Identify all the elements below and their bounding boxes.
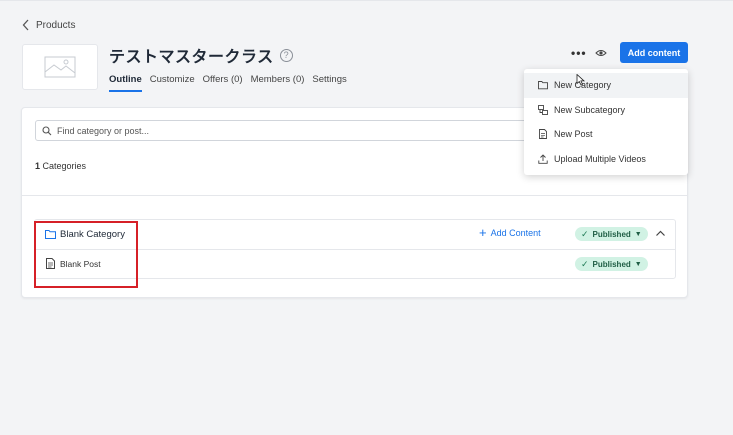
product-thumbnail bbox=[22, 44, 98, 90]
back-to-products-link[interactable]: Products bbox=[22, 19, 75, 31]
add-content-link[interactable]: + Add Content bbox=[479, 225, 541, 240]
help-icon[interactable]: ? bbox=[279, 48, 293, 62]
image-placeholder-icon bbox=[44, 56, 76, 78]
page-title: テストマスタークラス bbox=[109, 49, 274, 66]
search-icon bbox=[42, 125, 52, 135]
add-content-button[interactable]: Add content bbox=[620, 42, 688, 63]
search-box[interactable] bbox=[35, 120, 535, 141]
category-count-number: 1 bbox=[35, 161, 41, 171]
chevron-down-icon: ▼ bbox=[634, 260, 642, 268]
tab-outline[interactable]: Outline bbox=[109, 74, 142, 92]
check-icon: ✓ bbox=[581, 228, 589, 239]
tab-bar: Outline Customize Offers (0) Members (0)… bbox=[109, 74, 347, 92]
tab-members[interactable]: Members (0) bbox=[251, 74, 305, 92]
chevron-left-icon bbox=[22, 19, 29, 31]
category-count-label: Categories bbox=[42, 161, 87, 171]
tab-offers[interactable]: Offers (0) bbox=[203, 74, 243, 92]
title-row: テストマスタークラス ? bbox=[109, 43, 293, 67]
menu-item-label: New Subcategory bbox=[554, 104, 626, 115]
menu-item-label: New Post bbox=[554, 129, 593, 140]
eye-icon[interactable] bbox=[595, 47, 607, 59]
status-badge[interactable]: ✓ Published ▼ bbox=[575, 257, 648, 271]
more-options-icon[interactable]: ••• bbox=[571, 46, 587, 60]
tab-settings[interactable]: Settings bbox=[312, 74, 346, 92]
plus-icon: + bbox=[479, 225, 487, 240]
chevron-down-icon: ▼ bbox=[634, 230, 642, 238]
upload-icon bbox=[538, 154, 548, 164]
status-label: Published bbox=[592, 259, 631, 269]
subcategory-icon bbox=[538, 104, 548, 115]
search-input[interactable] bbox=[57, 125, 517, 136]
back-label: Products bbox=[36, 19, 76, 31]
divider bbox=[22, 195, 687, 196]
menu-item-upload-multiple-videos[interactable]: Upload Multiple Videos bbox=[524, 147, 688, 172]
check-icon: ✓ bbox=[581, 258, 589, 269]
chevron-up-icon[interactable] bbox=[655, 228, 666, 239]
menu-item-new-post[interactable]: New Post bbox=[524, 122, 688, 147]
tab-customize[interactable]: Customize bbox=[150, 74, 195, 92]
menu-item-label: Upload Multiple Videos bbox=[554, 153, 646, 164]
folder-icon bbox=[538, 81, 548, 90]
add-content-dropdown: New Category New Subcategory New Post Up… bbox=[524, 69, 688, 175]
status-badge[interactable]: ✓ Published ▼ bbox=[575, 227, 648, 241]
menu-item-new-subcategory[interactable]: New Subcategory bbox=[524, 98, 688, 123]
menu-item-new-category[interactable]: New Category bbox=[524, 73, 688, 98]
add-content-label: Add Content bbox=[490, 228, 541, 238]
category-count: 1 Categories bbox=[35, 161, 86, 171]
document-icon bbox=[539, 129, 547, 140]
mouse-cursor-icon bbox=[576, 74, 585, 86]
highlight-annotation bbox=[34, 221, 138, 288]
top-border bbox=[0, 0, 733, 1]
status-label: Published bbox=[592, 229, 631, 239]
